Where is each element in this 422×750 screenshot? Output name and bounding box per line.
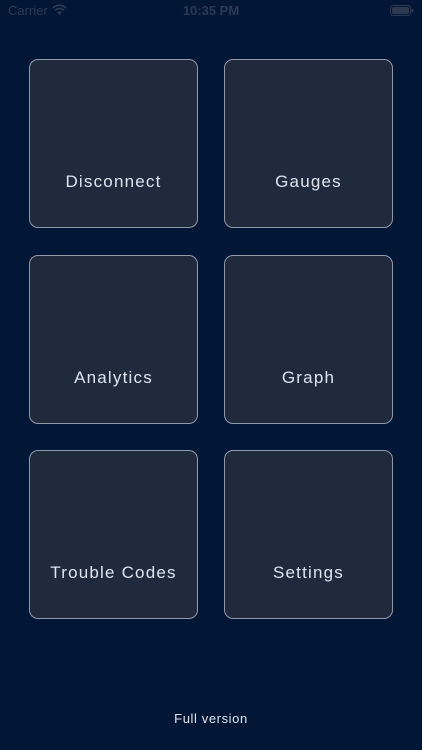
settings-label: Settings <box>272 563 345 582</box>
graph-button[interactable]: Graph <box>224 255 393 424</box>
trouble-codes-button[interactable]: Trouble Codes <box>29 450 198 619</box>
analytics-button[interactable]: Analytics <box>29 255 198 424</box>
status-time: 10:35 PM <box>182 3 240 18</box>
disconnect-button[interactable]: Disconnect <box>29 59 198 228</box>
gauges-label: Gauges <box>275 172 342 191</box>
battery-icon <box>390 5 414 16</box>
disconnect-label: Disconnect <box>65 172 162 191</box>
settings-button[interactable]: Settings <box>224 450 393 619</box>
trouble-codes-label: Trouble Codes <box>50 563 177 582</box>
analytics-label: Analytics <box>74 368 153 387</box>
graph-label: Graph <box>281 368 336 387</box>
gauges-button[interactable]: Gauges <box>224 59 393 228</box>
status-bar: Carrier 10:35 PM <box>0 0 422 22</box>
full-version-link[interactable]: Full version <box>0 711 422 726</box>
